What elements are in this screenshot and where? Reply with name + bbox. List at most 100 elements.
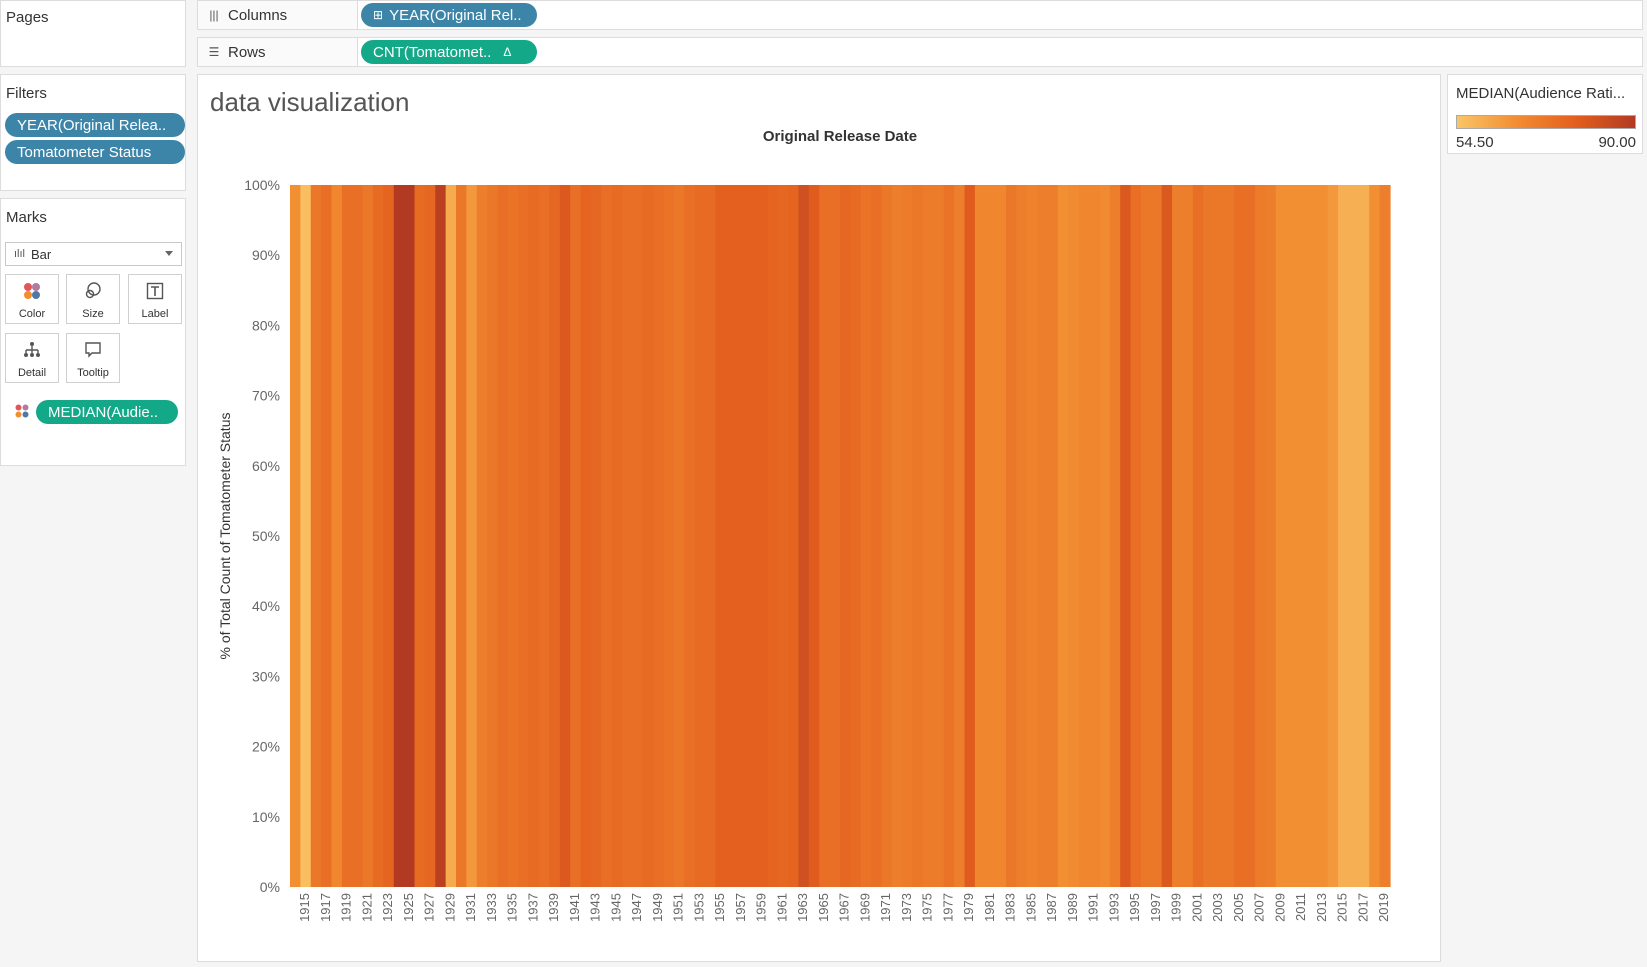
- x-tick-label: 1959: [754, 893, 769, 922]
- size-card[interactable]: Size: [66, 274, 120, 324]
- filter-pill-year[interactable]: YEAR(Original Relea..: [5, 113, 185, 137]
- columns-pill[interactable]: ⊞ YEAR(Original Rel..: [361, 3, 537, 27]
- expand-icon: ⊞: [373, 8, 384, 22]
- x-tick-label: 1915: [297, 893, 312, 922]
- color-measure-pill[interactable]: MEDIAN(Audie..: [36, 400, 178, 424]
- filters-panel: Filters YEAR(Original Relea.. Tomatomete…: [0, 74, 186, 191]
- x-tick-label: 1999: [1169, 893, 1184, 922]
- x-tick-label: 1967: [837, 893, 852, 922]
- y-tick-label: 80%: [252, 317, 280, 333]
- rows-icon: ☰: [208, 45, 220, 59]
- y-tick-label: 30%: [252, 668, 280, 684]
- bar-1954: [705, 185, 717, 887]
- bar-1952: [684, 185, 696, 887]
- bar-1963: [798, 185, 810, 887]
- bar-1940: [559, 185, 571, 887]
- bar-1991: [1089, 185, 1101, 887]
- bar-1981: [985, 185, 997, 887]
- bar-1998: [1161, 185, 1173, 887]
- columns-icon: |||: [209, 8, 219, 22]
- bar-2018: [1369, 185, 1381, 887]
- pages-title: Pages: [6, 9, 49, 26]
- text-label-icon: [129, 281, 181, 304]
- bar-1972: [891, 185, 903, 887]
- pages-panel: Pages: [0, 0, 186, 67]
- x-tick-label: 1975: [920, 893, 935, 922]
- bar-1927: [424, 185, 436, 887]
- bar-1994: [1120, 185, 1132, 887]
- bar-chart: Original Release Date 0% 10% 20% 30% 40% 50% 60…: [217, 128, 1391, 922]
- bar-1985: [1026, 185, 1038, 887]
- x-tick-label: 1977: [940, 893, 955, 922]
- tooltip-card[interactable]: Tooltip: [66, 333, 120, 383]
- filter-pill-tomatometer-status[interactable]: Tomatometer Status: [5, 140, 185, 164]
- legend-max-label: 90.00: [1598, 134, 1636, 151]
- color-card[interactable]: Color: [5, 274, 59, 324]
- label-card[interactable]: Label: [128, 274, 182, 324]
- bar-2012: [1306, 185, 1318, 887]
- legend-title: MEDIAN(Audience Rati...: [1456, 85, 1626, 102]
- bar-1948: [642, 185, 654, 887]
- bar-1921: [362, 185, 374, 887]
- bar-1920: [352, 185, 364, 887]
- x-tick-label: 1945: [608, 893, 623, 922]
- bar-1990: [1078, 185, 1090, 887]
- bar-2003: [1213, 185, 1225, 887]
- bar-1914: [290, 185, 301, 887]
- x-tick-label: 1985: [1023, 893, 1038, 922]
- bar-1976: [933, 185, 945, 887]
- y-tick-label: 60%: [252, 458, 280, 474]
- bar-1949: [653, 185, 665, 887]
- bar-1917: [321, 185, 333, 887]
- bar-2010: [1286, 185, 1298, 887]
- tooltip-bubble-icon: [67, 340, 119, 363]
- x-tick-label: 1925: [401, 893, 416, 922]
- bar-1968: [850, 185, 862, 887]
- bar-1941: [570, 185, 582, 887]
- y-axis-label: % of Total Count of Tomatometer Status: [217, 413, 233, 660]
- x-tick-label: 2019: [1376, 893, 1391, 922]
- bar-1937: [528, 185, 540, 887]
- bar-1950: [663, 185, 675, 887]
- bar-1916: [310, 185, 322, 887]
- bar-1997: [1151, 185, 1163, 887]
- chart-title: Original Release Date: [763, 128, 917, 145]
- bar-1945: [611, 185, 623, 887]
- bar-1958: [746, 185, 758, 887]
- bar-1925: [404, 185, 416, 887]
- x-tick-label: 1969: [857, 893, 872, 922]
- bar-2016: [1348, 185, 1360, 887]
- bar-1996: [1140, 185, 1152, 887]
- rows-shelf[interactable]: ☰ Rows CNT(Tomatomet.. Δ: [197, 37, 1643, 67]
- x-tick-label: 2003: [1210, 893, 1225, 922]
- bar-1978: [954, 185, 966, 887]
- bar-2002: [1203, 185, 1215, 887]
- bar-1974: [912, 185, 924, 887]
- bar-2013: [1317, 185, 1329, 887]
- rows-pill[interactable]: CNT(Tomatomet.. Δ: [361, 40, 537, 64]
- bar-2006: [1244, 185, 1256, 887]
- x-tick-label: 1987: [1044, 893, 1059, 922]
- x-tick-label: 1937: [525, 893, 540, 922]
- detail-card[interactable]: Detail: [5, 333, 59, 383]
- mark-type-dropdown[interactable]: ılıl Bar: [5, 242, 182, 266]
- x-tick-label: 2015: [1335, 893, 1350, 922]
- bar-2015: [1338, 185, 1350, 887]
- bar-1956: [725, 185, 737, 887]
- bar-1926: [414, 185, 426, 887]
- x-tick-label: 1983: [1003, 893, 1018, 922]
- bar-2001: [1192, 185, 1204, 887]
- bar-1971: [881, 185, 893, 887]
- x-tick-label: 1935: [505, 893, 520, 922]
- bar-2000: [1182, 185, 1194, 887]
- y-tick-label: 10%: [252, 809, 280, 825]
- bar-1922: [373, 185, 384, 887]
- table-calc-delta-icon: Δ: [503, 45, 512, 59]
- columns-shelf[interactable]: ||| Columns ⊞ YEAR(Original Rel..: [197, 0, 1643, 30]
- bar-1915: [300, 185, 312, 887]
- x-tick-label: 1947: [629, 893, 644, 922]
- bar-1924: [393, 185, 405, 887]
- x-tick-label: 2001: [1189, 893, 1204, 922]
- x-tick-label: 1973: [899, 893, 914, 922]
- x-tick-label: 1929: [442, 893, 457, 922]
